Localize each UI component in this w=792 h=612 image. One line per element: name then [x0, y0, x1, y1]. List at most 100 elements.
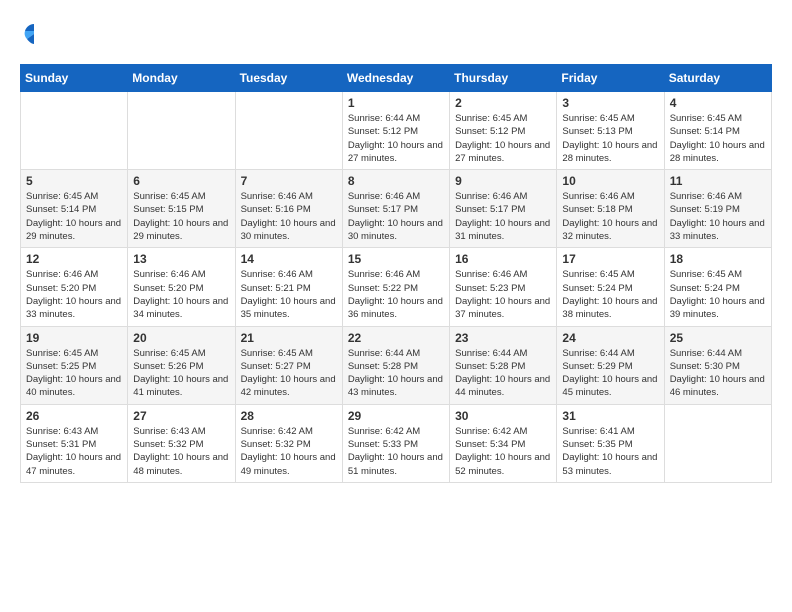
calendar-day-cell: 22 Sunrise: 6:44 AM Sunset: 5:28 PM Dayli…: [342, 326, 449, 404]
day-number: 26: [26, 409, 122, 423]
day-number: 29: [348, 409, 444, 423]
day-info: Sunrise: 6:46 AM Sunset: 5:22 PM Dayligh…: [348, 268, 444, 321]
day-info: Sunrise: 6:44 AM Sunset: 5:29 PM Dayligh…: [562, 347, 658, 400]
day-number: 4: [670, 96, 766, 110]
calendar-day-cell: 20 Sunrise: 6:45 AM Sunset: 5:26 PM Dayli…: [128, 326, 235, 404]
day-info: Sunrise: 6:46 AM Sunset: 5:20 PM Dayligh…: [26, 268, 122, 321]
calendar-day-cell: 31Sunrise: 6:41 AM Sunset: 5:35 PM Dayli…: [557, 404, 664, 482]
calendar-day-cell: 15Sunrise: 6:46 AM Sunset: 5:22 PM Dayli…: [342, 248, 449, 326]
day-number: 17: [562, 252, 658, 266]
day-number: 25: [670, 331, 766, 345]
day-info: Sunrise: 6:45 AM Sunset: 5:24 PM Dayligh…: [670, 268, 766, 321]
calendar-day-cell: 18 Sunrise: 6:45 AM Sunset: 5:24 PM Dayli…: [664, 248, 771, 326]
calendar-day-cell: 5 Sunrise: 6:45 AM Sunset: 5:14 PM Daylig…: [21, 170, 128, 248]
calendar-day-header: Sunday: [21, 65, 128, 92]
day-info: Sunrise: 6:43 AM Sunset: 5:32 PM Dayligh…: [133, 425, 229, 478]
calendar-day-cell: [235, 92, 342, 170]
day-info: Sunrise: 6:44 AM Sunset: 5:28 PM Dayligh…: [455, 347, 551, 400]
day-info: Sunrise: 6:45 AM Sunset: 5:13 PM Dayligh…: [562, 112, 658, 165]
calendar-day-cell: 24 Sunrise: 6:44 AM Sunset: 5:29 PM Dayli…: [557, 326, 664, 404]
day-number: 12: [26, 252, 122, 266]
calendar-day-cell: 21 Sunrise: 6:45 AM Sunset: 5:27 PM Dayli…: [235, 326, 342, 404]
day-number: 23: [455, 331, 551, 345]
calendar-day-cell: 27 Sunrise: 6:43 AM Sunset: 5:32 PM Dayli…: [128, 404, 235, 482]
calendar-day-cell: 23 Sunrise: 6:44 AM Sunset: 5:28 PM Dayli…: [450, 326, 557, 404]
logo: [20, 20, 52, 48]
day-info: Sunrise: 6:44 AM Sunset: 5:28 PM Dayligh…: [348, 347, 444, 400]
day-info: Sunrise: 6:41 AM Sunset: 5:35 PM Dayligh…: [562, 425, 658, 478]
day-info: Sunrise: 6:44 AM Sunset: 5:12 PM Dayligh…: [348, 112, 444, 165]
day-number: 8: [348, 174, 444, 188]
calendar-header-row: SundayMondayTuesdayWednesdayThursdayFrid…: [21, 65, 772, 92]
calendar-day-header: Thursday: [450, 65, 557, 92]
day-number: 6: [133, 174, 229, 188]
day-number: 18: [670, 252, 766, 266]
day-number: 22: [348, 331, 444, 345]
calendar-day-header: Wednesday: [342, 65, 449, 92]
calendar-week-row: 26 Sunrise: 6:43 AM Sunset: 5:31 PM Dayli…: [21, 404, 772, 482]
day-number: 24: [562, 331, 658, 345]
day-info: Sunrise: 6:42 AM Sunset: 5:33 PM Dayligh…: [348, 425, 444, 478]
day-number: 7: [241, 174, 337, 188]
calendar-day-cell: 8 Sunrise: 6:46 AM Sunset: 5:17 PM Daylig…: [342, 170, 449, 248]
day-number: 21: [241, 331, 337, 345]
day-info: Sunrise: 6:45 AM Sunset: 5:26 PM Dayligh…: [133, 347, 229, 400]
day-info: Sunrise: 6:45 AM Sunset: 5:27 PM Dayligh…: [241, 347, 337, 400]
day-info: Sunrise: 6:46 AM Sunset: 5:17 PM Dayligh…: [348, 190, 444, 243]
calendar-day-header: Saturday: [664, 65, 771, 92]
calendar-day-cell: 17 Sunrise: 6:45 AM Sunset: 5:24 PM Dayli…: [557, 248, 664, 326]
calendar-day-cell: 12 Sunrise: 6:46 AM Sunset: 5:20 PM Dayli…: [21, 248, 128, 326]
logo-icon: [20, 20, 48, 48]
calendar-day-header: Monday: [128, 65, 235, 92]
day-number: 27: [133, 409, 229, 423]
day-info: Sunrise: 6:45 AM Sunset: 5:24 PM Dayligh…: [562, 268, 658, 321]
calendar-week-row: 19 Sunrise: 6:45 AM Sunset: 5:25 PM Dayli…: [21, 326, 772, 404]
day-info: Sunrise: 6:42 AM Sunset: 5:32 PM Dayligh…: [241, 425, 337, 478]
calendar-day-cell: 25Sunrise: 6:44 AM Sunset: 5:30 PM Dayli…: [664, 326, 771, 404]
day-number: 14: [241, 252, 337, 266]
calendar-day-cell: 29 Sunrise: 6:42 AM Sunset: 5:33 PM Dayli…: [342, 404, 449, 482]
day-number: 19: [26, 331, 122, 345]
day-number: 5: [26, 174, 122, 188]
day-info: Sunrise: 6:45 AM Sunset: 5:12 PM Dayligh…: [455, 112, 551, 165]
calendar-week-row: 1 Sunrise: 6:44 AM Sunset: 5:12 PM Daylig…: [21, 92, 772, 170]
day-info: Sunrise: 6:46 AM Sunset: 5:18 PM Dayligh…: [562, 190, 658, 243]
calendar-day-cell: 30Sunrise: 6:42 AM Sunset: 5:34 PM Dayli…: [450, 404, 557, 482]
day-number: 10: [562, 174, 658, 188]
day-info: Sunrise: 6:45 AM Sunset: 5:25 PM Dayligh…: [26, 347, 122, 400]
calendar-day-cell: 26 Sunrise: 6:43 AM Sunset: 5:31 PM Dayli…: [21, 404, 128, 482]
day-number: 13: [133, 252, 229, 266]
day-info: Sunrise: 6:45 AM Sunset: 5:14 PM Dayligh…: [26, 190, 122, 243]
calendar-table: SundayMondayTuesdayWednesdayThursdayFrid…: [20, 64, 772, 483]
calendar-day-cell: [664, 404, 771, 482]
day-info: Sunrise: 6:46 AM Sunset: 5:23 PM Dayligh…: [455, 268, 551, 321]
day-info: Sunrise: 6:43 AM Sunset: 5:31 PM Dayligh…: [26, 425, 122, 478]
calendar-day-cell: 19 Sunrise: 6:45 AM Sunset: 5:25 PM Dayli…: [21, 326, 128, 404]
day-number: 9: [455, 174, 551, 188]
calendar-day-cell: 4 Sunrise: 6:45 AM Sunset: 5:14 PM Daylig…: [664, 92, 771, 170]
day-info: Sunrise: 6:46 AM Sunset: 5:16 PM Dayligh…: [241, 190, 337, 243]
day-info: Sunrise: 6:46 AM Sunset: 5:19 PM Dayligh…: [670, 190, 766, 243]
calendar-day-cell: 2Sunrise: 6:45 AM Sunset: 5:12 PM Daylig…: [450, 92, 557, 170]
day-info: Sunrise: 6:46 AM Sunset: 5:21 PM Dayligh…: [241, 268, 337, 321]
day-info: Sunrise: 6:45 AM Sunset: 5:14 PM Dayligh…: [670, 112, 766, 165]
day-number: 28: [241, 409, 337, 423]
day-number: 20: [133, 331, 229, 345]
day-number: 16: [455, 252, 551, 266]
day-info: Sunrise: 6:46 AM Sunset: 5:17 PM Dayligh…: [455, 190, 551, 243]
calendar-week-row: 5 Sunrise: 6:45 AM Sunset: 5:14 PM Daylig…: [21, 170, 772, 248]
calendar-week-row: 12 Sunrise: 6:46 AM Sunset: 5:20 PM Dayli…: [21, 248, 772, 326]
day-number: 3: [562, 96, 658, 110]
calendar-day-cell: 13Sunrise: 6:46 AM Sunset: 5:20 PM Dayli…: [128, 248, 235, 326]
calendar-day-cell: 16 Sunrise: 6:46 AM Sunset: 5:23 PM Dayli…: [450, 248, 557, 326]
calendar-body: 1 Sunrise: 6:44 AM Sunset: 5:12 PM Daylig…: [21, 92, 772, 483]
calendar-day-cell: 1 Sunrise: 6:44 AM Sunset: 5:12 PM Daylig…: [342, 92, 449, 170]
day-info: Sunrise: 6:45 AM Sunset: 5:15 PM Dayligh…: [133, 190, 229, 243]
day-number: 1: [348, 96, 444, 110]
day-info: Sunrise: 6:42 AM Sunset: 5:34 PM Dayligh…: [455, 425, 551, 478]
calendar-day-cell: 14 Sunrise: 6:46 AM Sunset: 5:21 PM Dayli…: [235, 248, 342, 326]
calendar-day-cell: 6 Sunrise: 6:45 AM Sunset: 5:15 PM Daylig…: [128, 170, 235, 248]
calendar-day-cell: [21, 92, 128, 170]
calendar-day-header: Friday: [557, 65, 664, 92]
calendar-day-cell: 7 Sunrise: 6:46 AM Sunset: 5:16 PM Daylig…: [235, 170, 342, 248]
